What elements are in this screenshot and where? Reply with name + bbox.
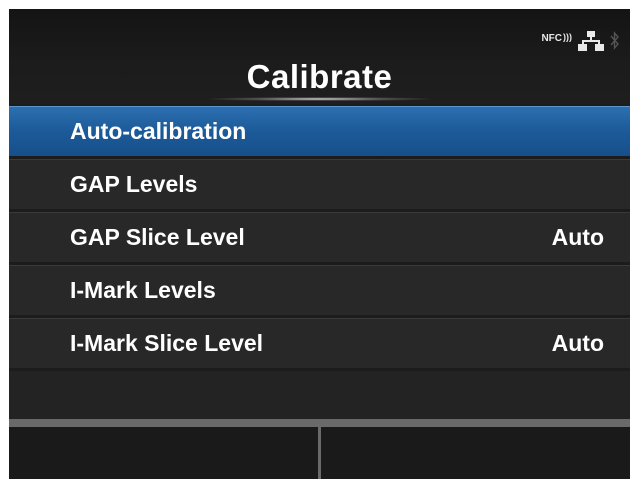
menu-item-value: Auto [551,224,604,250]
menu-item-i-mark-slice-level[interactable]: I-Mark Slice Level Auto [9,318,630,368]
menu-item-auto-calibration[interactable]: Auto-calibration [9,106,630,156]
softkey-bar [9,419,630,479]
page-title: Calibrate [246,58,393,95]
printer-display: NFC))) Calibrate Auto-calibration GAP Le… [9,9,630,479]
title-underline [209,97,430,101]
menu-item-value: Auto [551,330,604,356]
menu-item-label: Auto-calibration [70,118,247,144]
menu-item-gap-levels[interactable]: GAP Levels [9,159,630,209]
bluetooth-icon [610,31,620,51]
softkey-right[interactable] [321,419,630,479]
nfc-icon: NFC))) [541,32,572,45]
menu-item-gap-slice-level[interactable]: GAP Slice Level Auto [9,212,630,262]
status-icons: NFC))) [541,31,620,51]
menu-item-i-mark-levels[interactable]: I-Mark Levels [9,265,630,315]
nfc-label: NFC [541,33,562,44]
calibrate-menu: Auto-calibration GAP Levels GAP Slice Le… [9,106,630,371]
menu-item-label: GAP Levels [70,171,198,197]
softkey-left[interactable] [9,419,321,479]
header: NFC))) Calibrate [9,9,630,104]
network-icon [578,31,604,51]
empty-menu-row [9,371,630,419]
menu-item-label: I-Mark Levels [70,277,216,303]
menu-item-label: GAP Slice Level [70,224,245,250]
menu-item-label: I-Mark Slice Level [70,330,264,356]
